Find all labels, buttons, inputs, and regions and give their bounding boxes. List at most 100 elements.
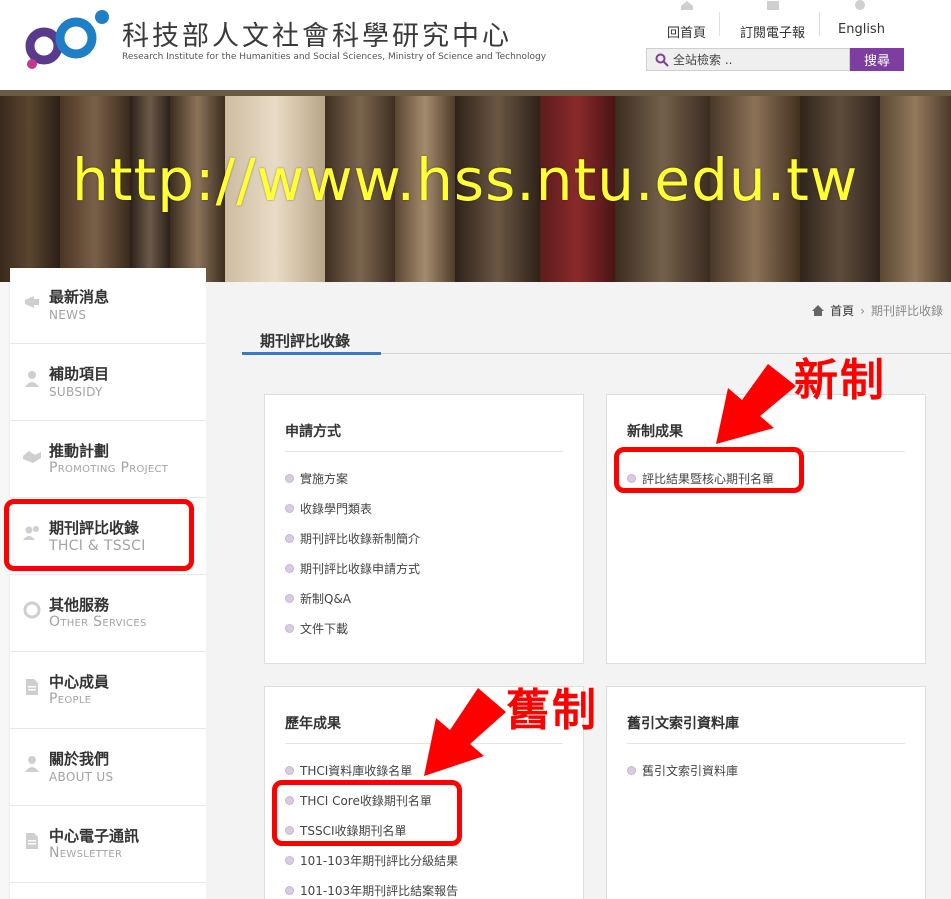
breadcrumb-home-link[interactable]: 首頁 [830, 302, 854, 319]
sidebar-item-sublabel: Other Services [49, 614, 147, 630]
bullet-icon [285, 503, 294, 513]
list-item-label: THCI資料庫收錄名單 [300, 763, 413, 778]
sidebar-item-sublabel: Promoting Project [49, 460, 169, 476]
globe-icon [855, 0, 865, 10]
link-list: 舊引文索引資料庫 [627, 755, 738, 785]
sidebar-item-other-services[interactable]: 其他服務 Other Services [10, 576, 206, 652]
sidebar-item-label: 關於我們 [49, 750, 110, 768]
list-item[interactable]: 期刊評比收錄申請方式 [285, 553, 420, 583]
list-item-label: 期刊評比收錄申請方式 [300, 561, 421, 576]
link-list: 實施方案 收錄學門類表 期刊評比收錄新制簡介 期刊評比收錄申請方式 新制Q&A … [285, 463, 420, 643]
sidebar-item-label: 其他服務 [49, 596, 110, 614]
list-item-label: 101-103年期刊評比結案報告 [300, 883, 459, 898]
panel-application: 申請方式 實施方案 收錄學門類表 期刊評比收錄新制簡介 期刊評比收錄申請方式 新… [264, 394, 584, 664]
sidebar-item-about-us[interactable]: 關於我們 ABOUT US [10, 730, 206, 806]
bullet-icon [285, 473, 294, 483]
sidebar-item-sublabel: ABOUT US [49, 770, 114, 784]
sidebar-item-sublabel: Newsletter [49, 845, 123, 861]
list-item-label: 期刊評比收錄新制簡介 [300, 531, 421, 546]
sidebar-item-news[interactable]: 最新消息 NEWS [10, 268, 206, 344]
bullet-icon [285, 533, 294, 543]
list-item[interactable]: 舊引文索引資料庫 [627, 755, 738, 785]
megaphone-icon [25, 296, 39, 308]
list-item[interactable]: 收錄學門類表 [285, 493, 420, 523]
list-item-label: 實施方案 [300, 471, 349, 486]
sidebar-item-newsletter[interactable]: 中心電子通訊 Newsletter [10, 807, 206, 883]
list-item[interactable]: 文件下載 [285, 613, 420, 643]
title-underline [242, 352, 381, 355]
bullet-icon [285, 623, 294, 633]
logo-icon[interactable] [24, 8, 112, 70]
english-link[interactable]: English [838, 22, 885, 37]
sidebar-item-label: 補助項目 [49, 365, 110, 383]
panel-title: 歷年成果 [285, 716, 341, 732]
panel-title: 申請方式 [285, 424, 341, 440]
highlight-box-sidebar [4, 499, 194, 571]
divider [285, 451, 563, 452]
site-header: 科技部人文社會科學研究中心 Research Institute for the… [0, 0, 951, 96]
document-icon [26, 679, 38, 695]
sidebar-item-people[interactable]: 中心成員 People [10, 653, 206, 729]
sidebar-item-label: 中心成員 [49, 673, 110, 691]
breadcrumb-current: 期刊評比收錄 [870, 304, 943, 318]
highlight-box-old-results [272, 780, 462, 846]
bullet-icon [285, 885, 294, 895]
bullet-icon [285, 593, 294, 603]
home-icon [681, 1, 693, 10]
panel-title: 新制成果 [627, 424, 683, 440]
sidebar-item-label: 推動計劃 [49, 442, 110, 460]
panel-citation-database: 舊引文索引資料庫 舊引文索引資料庫 [606, 686, 926, 899]
person-icon [25, 371, 39, 387]
bullet-icon [285, 855, 294, 865]
url-overlay: http://www.hss.ntu.edu.tw [72, 146, 859, 214]
sidebar-item-promoting-project[interactable]: 推動計劃 Promoting Project [10, 422, 206, 498]
list-item-label: 收錄學門類表 [300, 501, 373, 516]
search-icon [655, 53, 669, 67]
divider [819, 12, 820, 36]
arrow-icon [716, 364, 796, 444]
home-link[interactable]: 回首頁 [667, 22, 706, 41]
sidebar-item-sublabel: NEWS [49, 308, 87, 322]
sidebar-item-subsidy[interactable]: 補助項目 SUBSIDY [10, 345, 206, 421]
list-item[interactable]: 期刊評比收錄新制簡介 [285, 523, 420, 553]
bullet-icon [285, 765, 294, 775]
divider [627, 743, 905, 744]
newsletter-icon [767, 1, 779, 10]
ring-icon [23, 601, 41, 619]
divider [719, 12, 720, 36]
highlight-box-new-results [614, 447, 804, 493]
arrow-icon [424, 688, 506, 776]
book-spine [0, 96, 60, 282]
sidebar-item-label: 最新消息 [49, 288, 110, 306]
site-name[interactable]: 科技部人文社會科學研究中心 [122, 14, 512, 53]
document-icon [26, 833, 38, 849]
sidebar-item-label: 中心電子通訊 [49, 827, 140, 845]
bullet-icon [285, 563, 294, 573]
banner-image: http://www.hss.ntu.edu.tw [0, 96, 951, 282]
list-item[interactable]: 實施方案 [285, 463, 420, 493]
bullet-icon [627, 765, 636, 775]
handshake-icon [23, 451, 41, 463]
list-item[interactable]: 101-103年期刊評比分級結果 [285, 845, 458, 875]
sidebar-item-sublabel: People [49, 691, 92, 707]
list-item-label: 文件下載 [300, 621, 349, 636]
person-icon [25, 756, 39, 772]
list-item[interactable]: 101-103年期刊評比結案報告 [285, 875, 458, 899]
site-name-english: Research Institute for the Humanities an… [122, 52, 547, 62]
annotation-label-new: 新制 [794, 355, 886, 406]
list-item-label: 新制Q&A [300, 591, 352, 606]
page: 科技部人文社會科學研究中心 Research Institute for the… [0, 0, 951, 899]
search-box [646, 48, 850, 71]
search-input[interactable] [673, 52, 843, 67]
annotation-label-old: 舊制 [506, 685, 598, 736]
home-icon [812, 305, 825, 316]
subscribe-newsletter-link[interactable]: 訂閱電子報 [740, 22, 805, 41]
book-spine [880, 96, 951, 282]
breadcrumb-separator: › [860, 303, 865, 318]
page-title: 期刊評比收錄 [260, 332, 351, 350]
list-item-label: 舊引文索引資料庫 [642, 763, 739, 778]
sidebar: 最新消息 NEWS 補助項目 SUBSIDY 推動計劃 Promoting Pr… [10, 268, 206, 899]
panel-title: 舊引文索引資料庫 [627, 716, 739, 732]
list-item[interactable]: 新制Q&A [285, 583, 420, 613]
search-button[interactable]: 搜尋 [850, 48, 904, 71]
